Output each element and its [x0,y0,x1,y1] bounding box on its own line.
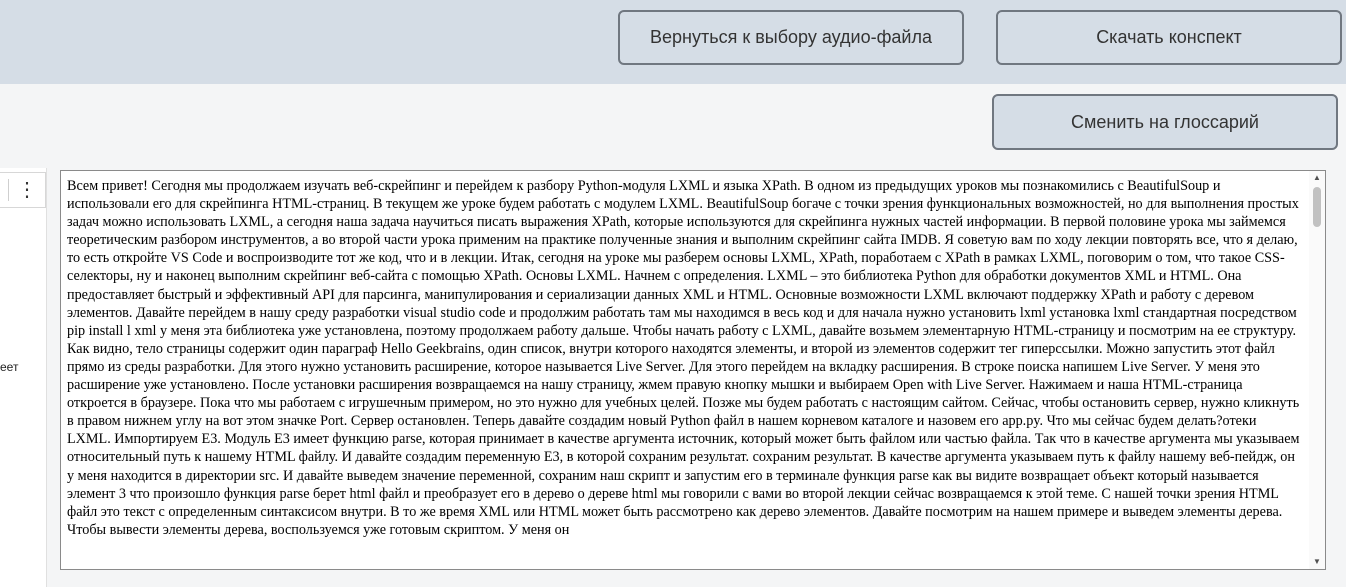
vertical-scrollbar[interactable]: ▲ ▼ [1309,171,1325,569]
back-to-audio-selection-button[interactable]: Вернуться к выбору аудио-файла [618,10,964,65]
scroll-down-arrow-icon[interactable]: ▼ [1309,555,1325,569]
left-side-panel [0,168,47,587]
left-panel-partial-text: еет [0,360,19,374]
download-summary-button[interactable]: Скачать конспект [996,10,1342,65]
scroll-thumb[interactable] [1313,187,1321,227]
left-panel-toolbar: ⋮ [0,172,46,208]
scroll-up-arrow-icon[interactable]: ▲ [1309,171,1325,185]
toolbar-divider [8,179,9,201]
transcript-text: Всем привет! Сегодня мы продолжаем изуча… [67,178,1300,538]
transcript-textarea[interactable]: Всем привет! Сегодня мы продолжаем изуча… [60,170,1326,570]
switch-to-glossary-button[interactable]: Сменить на глоссарий [992,94,1338,150]
kebab-menu-icon[interactable]: ⋮ [16,179,38,201]
